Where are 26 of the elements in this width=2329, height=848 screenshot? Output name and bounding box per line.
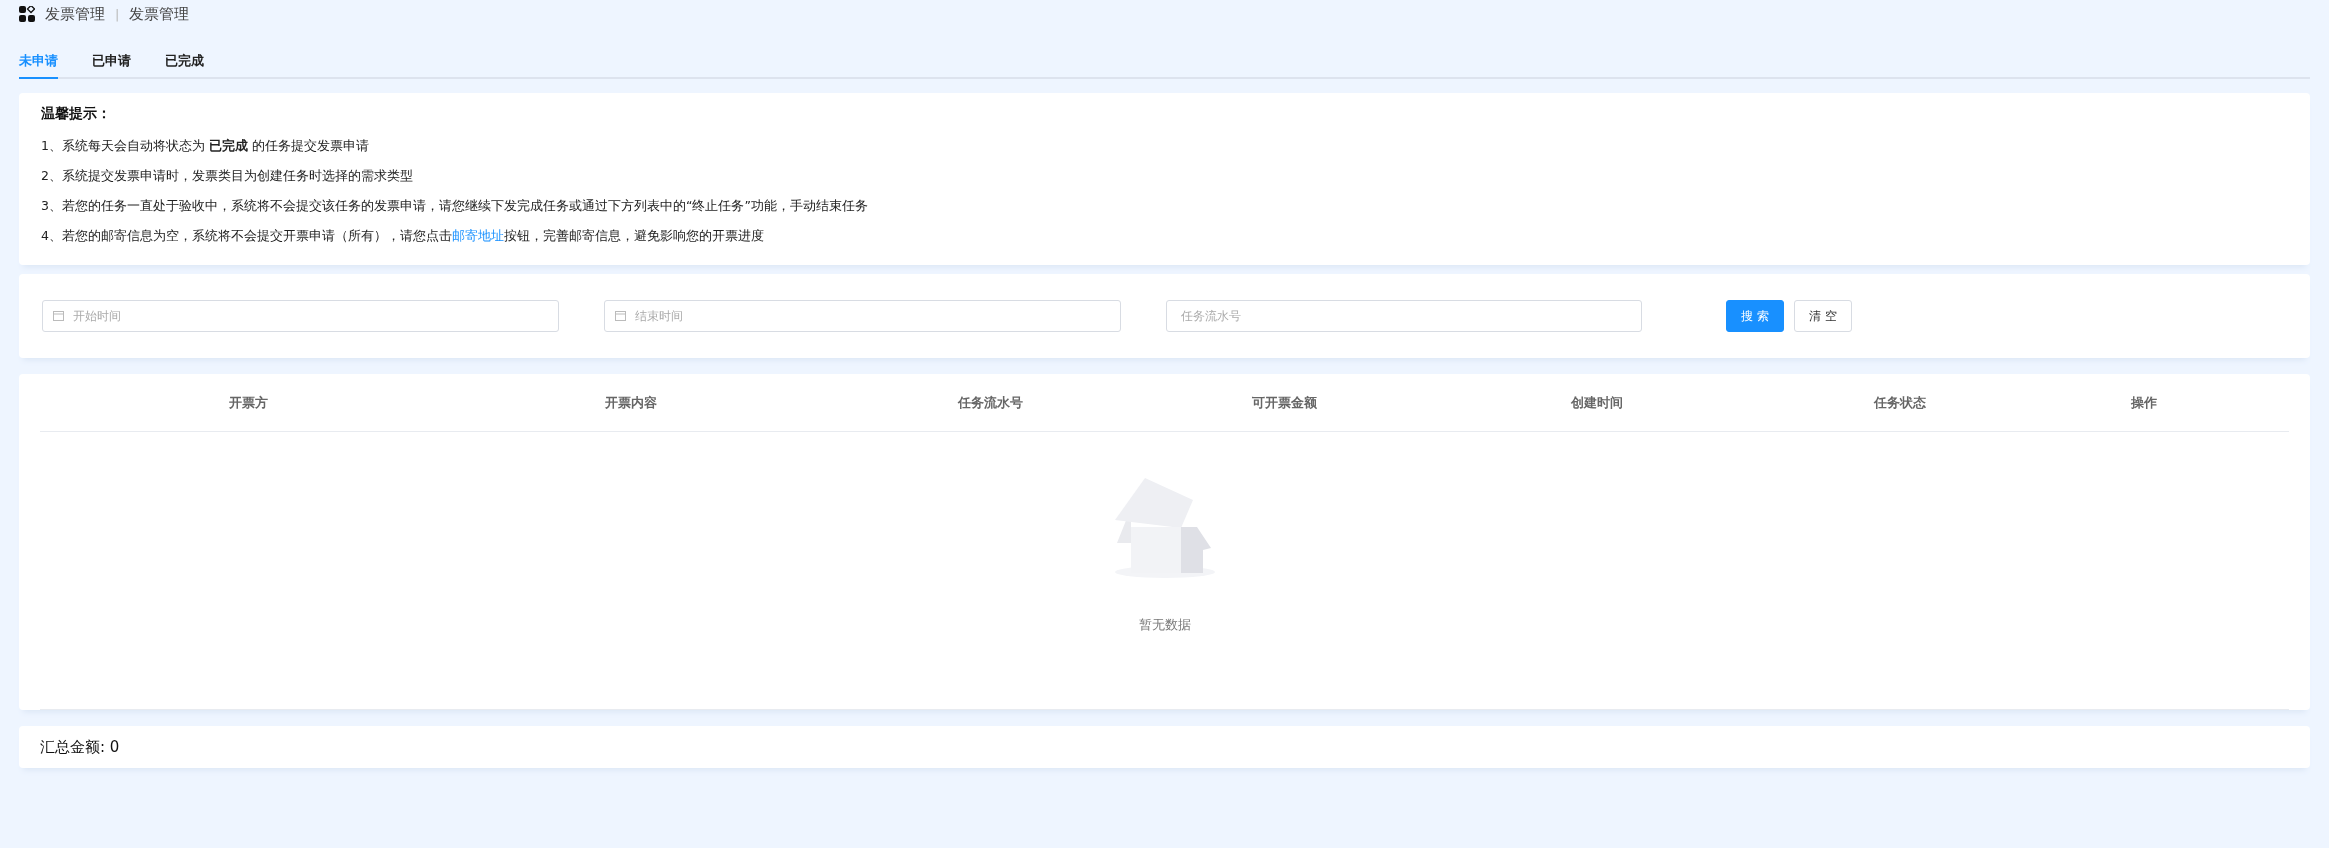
calendar-icon bbox=[53, 310, 64, 321]
breadcrumb-item[interactable]: 发票管理 bbox=[129, 4, 190, 24]
tab[interactable]: 已完成 bbox=[165, 46, 204, 79]
notice-line: 3、若您的任务一直处于验收中，系统将不会提交该任务的发票申请，请您继续下发完成任务或通过下方列表中的“终止任务”功能，手动结束任务 bbox=[41, 197, 869, 215]
apps-icon bbox=[19, 6, 35, 22]
calendar-icon bbox=[615, 310, 626, 321]
date-field[interactable]: 结束时间 bbox=[604, 300, 1121, 332]
clear-button[interactable]: 清 空 bbox=[1793, 300, 1852, 332]
notice-title: 温馨提示： bbox=[41, 105, 112, 123]
column-header: 操作 bbox=[2130, 393, 2159, 412]
breadcrumb-item[interactable]: 发票管理 bbox=[45, 4, 105, 24]
search-field[interactable]: 任务流水号 bbox=[1166, 300, 1642, 332]
notice-line: 2、系统提交发票申请时，发票类目为创建任务时选择的需求类型 bbox=[41, 167, 414, 185]
breadcrumb-separator: | bbox=[115, 6, 120, 22]
column-header: 开票内容 bbox=[604, 393, 659, 412]
tab[interactable]: 已申请 bbox=[92, 46, 131, 79]
column-header: 开票方 bbox=[227, 393, 269, 412]
empty-text: 暂无数据 bbox=[1138, 616, 1191, 634]
notice-line: 1、系统每天会自动将状态为 已完成 的任务提交发票申请 bbox=[41, 137, 370, 155]
notice-line: 4、若您的邮寄信息为空，系统将不会提交开票申请（所有），请您点击邮寄地址按钮，完善邮寄信息，避免影响您的开票进度 bbox=[41, 227, 765, 245]
column-header: 创建时间 bbox=[1570, 393, 1625, 412]
column-header: 任务流水号 bbox=[956, 393, 1024, 412]
summary-text: 汇总金额: 0 bbox=[19, 726, 2310, 768]
date-field[interactable]: 开始时间 bbox=[42, 300, 559, 332]
column-header: 任务状态 bbox=[1872, 393, 1928, 412]
column-header: 可开票金额 bbox=[1250, 393, 1318, 412]
